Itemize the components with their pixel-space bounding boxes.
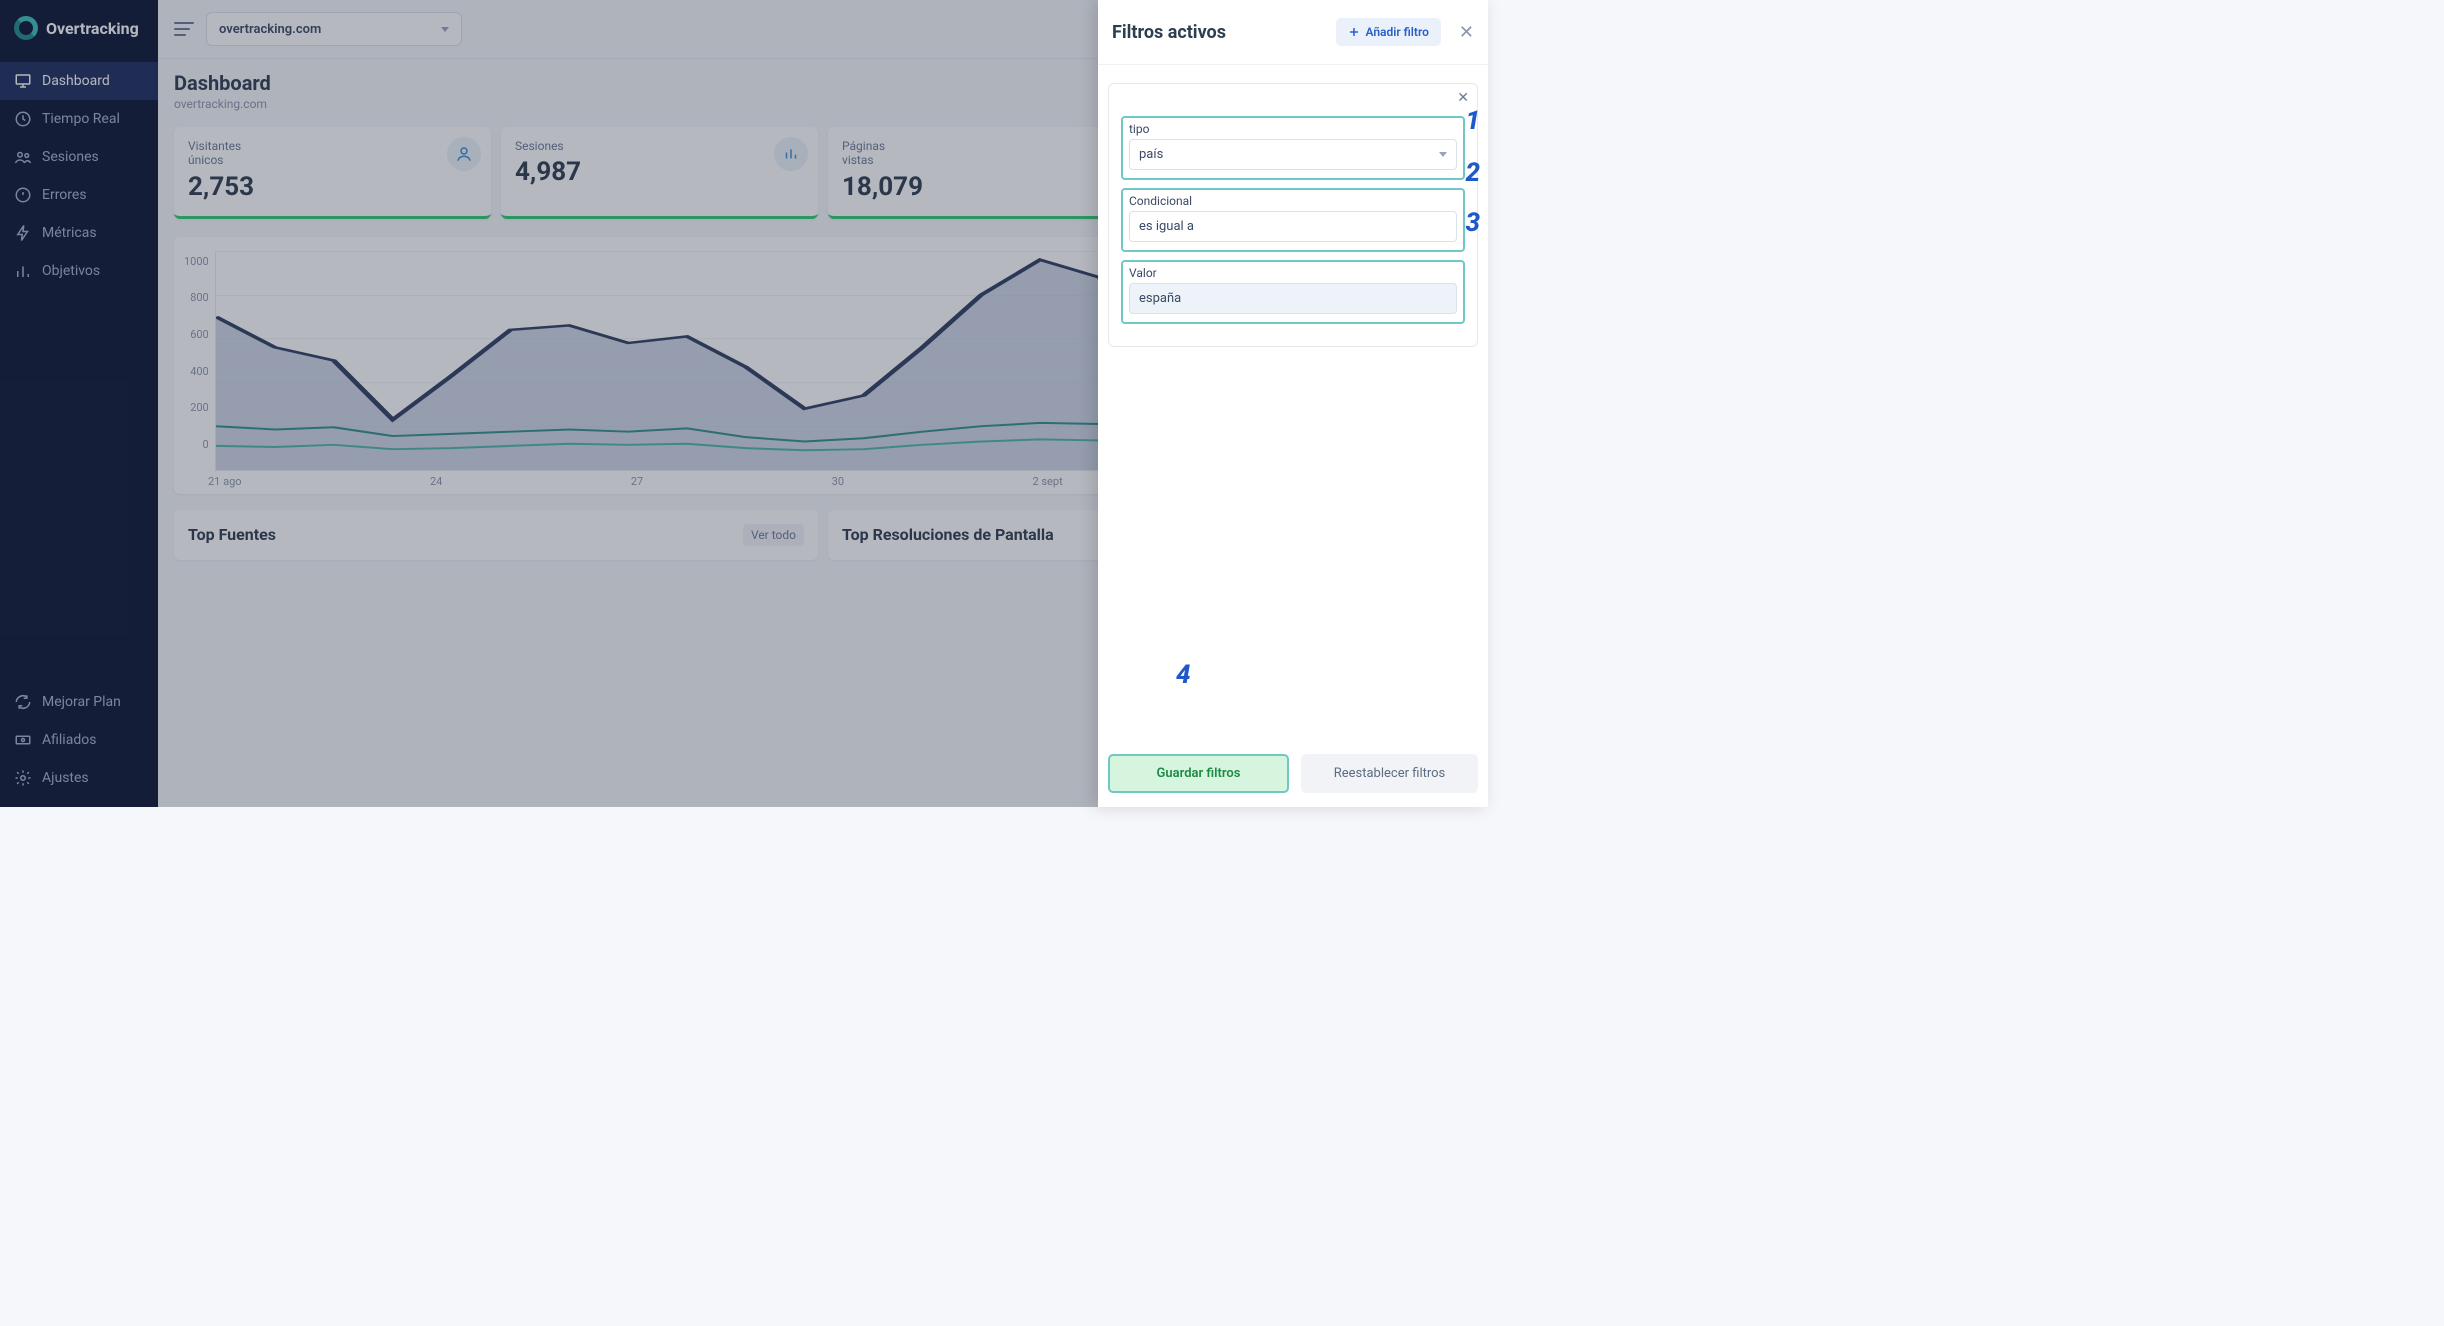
field-value: españa bbox=[1139, 291, 1181, 306]
close-icon[interactable]: ✕ bbox=[1459, 22, 1474, 43]
panel-header: Filtros activos Añadir filtro ✕ bbox=[1098, 0, 1488, 65]
field-value: país bbox=[1139, 147, 1163, 162]
chevron-down-icon bbox=[1439, 152, 1447, 157]
filter-value-group: Valor españa bbox=[1121, 260, 1465, 324]
panel-footer: Guardar filtros Reestablecer filtros bbox=[1098, 744, 1488, 807]
field-label: Condicional bbox=[1129, 194, 1457, 208]
field-label: tipo bbox=[1129, 122, 1457, 136]
remove-filter-icon[interactable]: ✕ bbox=[1457, 90, 1469, 106]
add-filter-button[interactable]: Añadir filtro bbox=[1336, 18, 1440, 46]
reset-filters-button[interactable]: Reestablecer filtros bbox=[1301, 754, 1478, 793]
filter-type-group: tipo país bbox=[1121, 116, 1465, 180]
filter-block: ✕ tipo país Condicional es igual a Valor… bbox=[1108, 83, 1478, 347]
filter-value-input[interactable]: españa bbox=[1129, 283, 1457, 314]
filter-panel: Filtros activos Añadir filtro ✕ ✕ tipo p… bbox=[1098, 0, 1488, 807]
filter-condition-group: Condicional es igual a bbox=[1121, 188, 1465, 252]
field-value: es igual a bbox=[1139, 219, 1194, 234]
annotation-4: 4 bbox=[1176, 660, 1191, 690]
add-filter-label: Añadir filtro bbox=[1365, 25, 1428, 39]
save-filters-button[interactable]: Guardar filtros bbox=[1108, 754, 1289, 793]
panel-title: Filtros activos bbox=[1112, 22, 1226, 43]
field-label: Valor bbox=[1129, 266, 1457, 280]
panel-body: ✕ tipo país Condicional es igual a Valor… bbox=[1098, 65, 1488, 744]
filter-condition-select[interactable]: es igual a bbox=[1129, 211, 1457, 242]
filter-type-select[interactable]: país bbox=[1129, 139, 1457, 170]
